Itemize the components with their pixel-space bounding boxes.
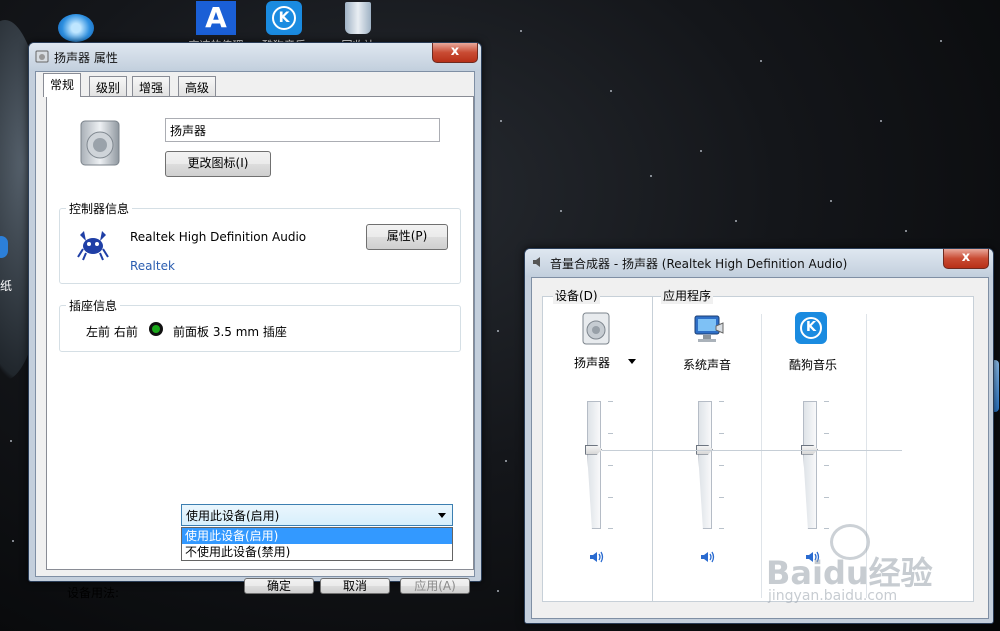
jack-description: 前面板 3.5 mm 插座 — [173, 325, 287, 339]
dialog-body: 常规 级别 增强 高级 扬声器 更改图标(I) 控制器信息 Realtek Hi… — [35, 71, 475, 600]
desktop-label-fragment: 纸 — [0, 279, 13, 293]
title-bar[interactable]: 扬声器 属性 x — [29, 43, 481, 71]
channel-name: 酷狗音乐 — [789, 358, 838, 372]
volume-slider-track[interactable] — [587, 401, 601, 529]
usage-option-enable[interactable]: 使用此设备(启用) — [182, 528, 452, 544]
device-usage-select[interactable]: 使用此设备(启用) — [181, 504, 453, 526]
slider-ticks — [608, 401, 614, 529]
speaker-properties-window: 扬声器 属性 x 常规 级别 增强 高级 扬声器 更改图标(I) 控制器信息 R… — [28, 42, 482, 600]
channel-name[interactable]: 扬声器 — [574, 354, 610, 371]
system-sounds-icon — [694, 315, 724, 342]
kugou-icon: K — [262, 0, 306, 36]
applications-section-label: 应用程序 — [661, 287, 714, 304]
volume-level-line — [602, 449, 902, 451]
tab-levels[interactable]: 级别 — [89, 76, 128, 96]
controller-info-label: 控制器信息 — [66, 200, 133, 217]
volume-slider-track[interactable] — [698, 401, 712, 529]
recycle-bin-icon — [336, 0, 380, 36]
desktop-icon-kugou[interactable]: K 酷狗音乐 — [252, 0, 316, 52]
window-title: 扬声器 属性 — [54, 51, 118, 65]
slider-ticks — [719, 401, 725, 529]
channel-name: 系统声音 — [683, 358, 732, 372]
jack-color-icon — [149, 322, 163, 336]
speaker-device-icon — [80, 120, 120, 166]
speaker-icon — [582, 312, 610, 345]
mixer-channel-speaker: 扬声器 — [542, 308, 654, 598]
device-usage-label: 设备用法: — [67, 586, 120, 600]
mute-speaker-icon[interactable] — [589, 550, 605, 564]
controller-properties-button[interactable]: 属性(P) — [366, 224, 448, 250]
tab-general[interactable]: 常规 — [43, 73, 82, 97]
jack-info-group: 插座信息 左前 右前 前面板 3.5 mm 插座 — [59, 297, 461, 352]
realtek-crab-icon — [77, 231, 109, 261]
mute-speaker-icon[interactable] — [700, 550, 716, 564]
device-name-input[interactable]: 扬声器 — [165, 118, 440, 142]
speaker-icon — [35, 50, 49, 63]
app-a-icon: A — [194, 0, 238, 36]
watermark-url: jingyan.baidu.com — [768, 588, 898, 604]
cancel-button[interactable]: 取消 — [320, 578, 390, 594]
desktop-icon-ie[interactable] — [58, 14, 102, 44]
desktop-icon-1[interactable]: A 高速的传理 — [184, 0, 248, 52]
title-bar[interactable]: 音量合成器 - 扬声器 (Realtek High Definition Aud… — [525, 249, 993, 277]
device-usage-selected: 使用此设备(启用) — [186, 509, 280, 523]
tab-advanced[interactable]: 高级 — [178, 76, 217, 96]
volume-slider-track[interactable] — [803, 401, 817, 529]
slider-ticks — [824, 401, 830, 529]
general-tab-page: 扬声器 更改图标(I) 控制器信息 Realtek High Definitio… — [46, 96, 474, 600]
jack-info-label: 插座信息 — [66, 297, 121, 314]
controller-info-group: 控制器信息 Realtek High Definition Audio Real… — [59, 200, 461, 284]
tab-enhancements[interactable]: 增强 — [132, 76, 171, 96]
close-button[interactable]: x — [432, 43, 478, 63]
chevron-down-icon — [438, 513, 446, 518]
close-button[interactable]: x — [943, 249, 989, 269]
desktop-bubble-icon — [0, 236, 8, 258]
controller-name: Realtek High Definition Audio — [130, 230, 307, 244]
baidu-watermark: Baidu经验 jingyan.baidu.com — [760, 520, 980, 610]
usage-option-disable[interactable]: 不使用此设备(禁用) — [182, 544, 452, 560]
window-title: 音量合成器 - 扬声器 (Realtek High Definition Aud… — [550, 257, 848, 271]
controller-vendor-link[interactable]: Realtek — [130, 259, 175, 273]
jack-channels: 左前 右前 — [86, 325, 138, 339]
ok-button[interactable]: 确定 — [244, 578, 314, 594]
chevron-down-icon[interactable] — [628, 359, 636, 364]
device-usage-dropdown: 使用此设备(启用) 不使用此设备(禁用) — [181, 527, 453, 561]
internet-explorer-icon — [58, 14, 94, 42]
kugou-icon: K — [795, 312, 827, 344]
desktop-icon-recycle-bin[interactable]: 回收站 — [326, 0, 390, 52]
device-section-label: 设备(D) — [553, 287, 600, 304]
mixer-channel-system-sounds: 系统声音 — [652, 308, 760, 598]
apply-button[interactable]: 应用(A) — [400, 578, 470, 594]
change-icon-button[interactable]: 更改图标(I) — [165, 151, 271, 177]
speaker-volume-icon — [533, 257, 540, 267]
